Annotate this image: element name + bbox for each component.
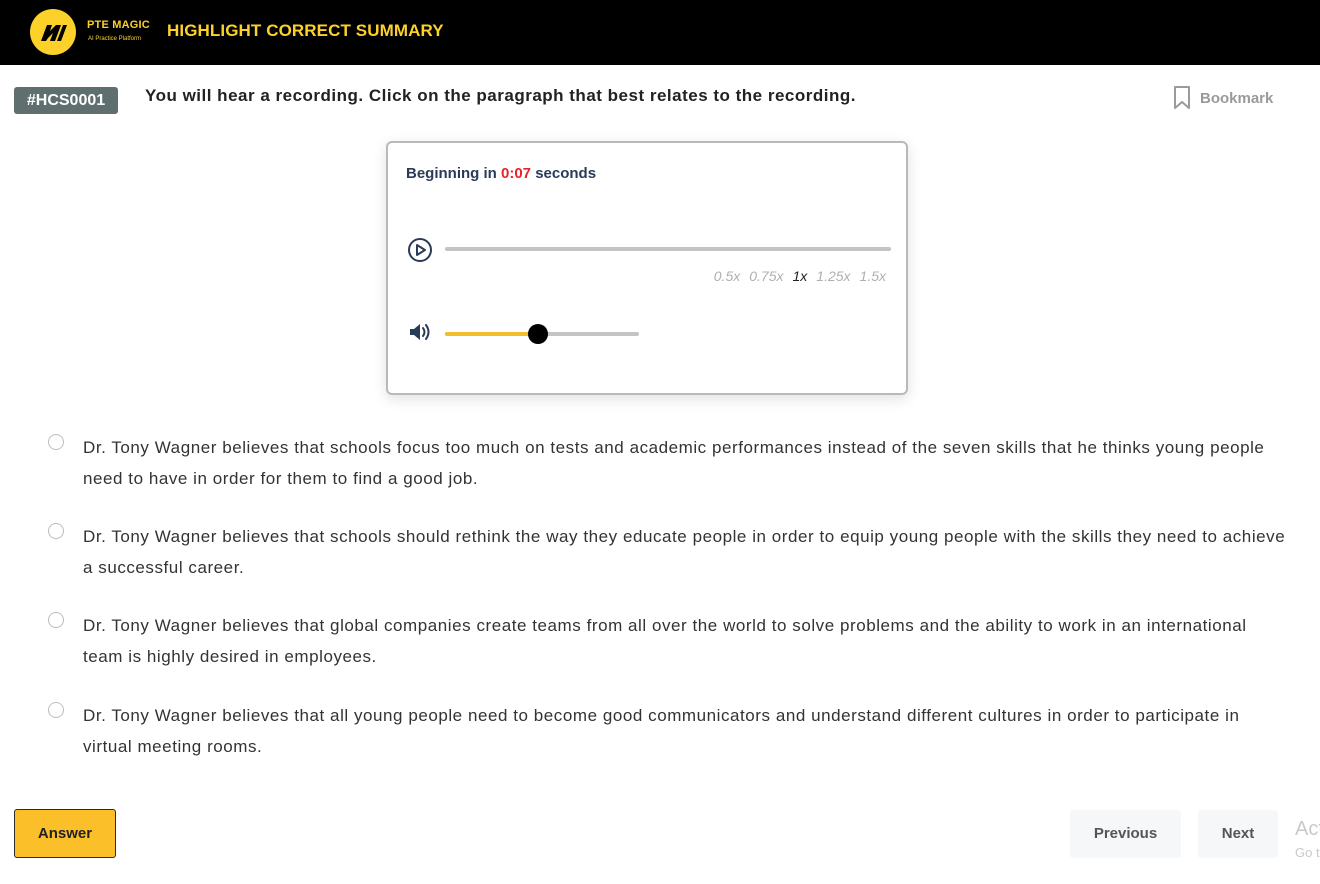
option-text: Dr. Tony Wagner believes that schools fo… <box>83 438 1265 488</box>
question-instruction: You will hear a recording. Click on the … <box>145 86 856 105</box>
option-radio[interactable] <box>48 434 64 450</box>
play-button[interactable] <box>407 237 433 263</box>
logo-mark-icon <box>41 25 67 41</box>
bookmark-icon <box>1174 86 1190 109</box>
top-header-bar: PTE MAGIC AI Practice Platform HIGHLIGHT… <box>0 0 1320 65</box>
speed-option-1x[interactable]: 1x <box>792 268 807 284</box>
bookmark-label: Bookmark <box>1200 89 1274 107</box>
speed-option-1-5x[interactable]: 1.5x <box>860 268 886 284</box>
volume-icon <box>410 324 430 340</box>
audio-player: Beginning in 0:07 seconds 0.5x 0.75x 1x 1.2… <box>386 141 908 395</box>
next-button[interactable]: Next <box>1198 810 1278 858</box>
activation-watermark-subtitle: Go t <box>1295 845 1320 860</box>
activation-watermark-title: Act <box>1295 818 1320 840</box>
question-id-badge: #HCS0001 <box>14 87 118 114</box>
volume-slider-handle[interactable] <box>528 324 549 344</box>
countdown-text: Beginning in 0:07 seconds <box>406 165 596 182</box>
countdown-suffix: seconds <box>535 165 597 182</box>
countdown-time: 0:07 <box>501 165 532 182</box>
playback-progress-bar[interactable] <box>445 247 891 251</box>
option-text: Dr. Tony Wagner believes that schools sh… <box>83 527 1286 577</box>
countdown-prefix: Beginning in <box>406 165 497 182</box>
page-title: HIGHLIGHT CORRECT SUMMARY <box>167 21 444 40</box>
brand-name: PTE MAGIC <box>87 19 150 31</box>
pte-magic-logo[interactable] <box>30 9 76 55</box>
play-circle-icon <box>408 238 432 262</box>
speed-option-1-25x[interactable]: 1.25x <box>816 268 850 284</box>
option-text: Dr. Tony Wagner believes that global com… <box>83 616 1247 666</box>
speed-option-0-5x[interactable]: 0.5x <box>714 268 740 284</box>
answer-button[interactable]: Answer <box>14 809 116 858</box>
volume-button[interactable] <box>408 321 432 343</box>
playback-speed-selector: 0.5x 0.75x 1x 1.25x 1.5x <box>714 268 886 284</box>
bookmark-button[interactable]: Bookmark <box>1172 84 1273 112</box>
volume-slider[interactable] <box>445 324 639 344</box>
brand-tagline: AI Practice Platform <box>88 36 142 42</box>
option-radio[interactable] <box>48 612 64 628</box>
option-radio[interactable] <box>48 702 64 718</box>
previous-button[interactable]: Previous <box>1070 810 1181 858</box>
option-text: Dr. Tony Wagner believes that all young … <box>83 706 1240 756</box>
volume-slider-fill <box>445 332 539 336</box>
option-radio[interactable] <box>48 523 64 539</box>
speed-option-0-75x[interactable]: 0.75x <box>749 268 783 284</box>
